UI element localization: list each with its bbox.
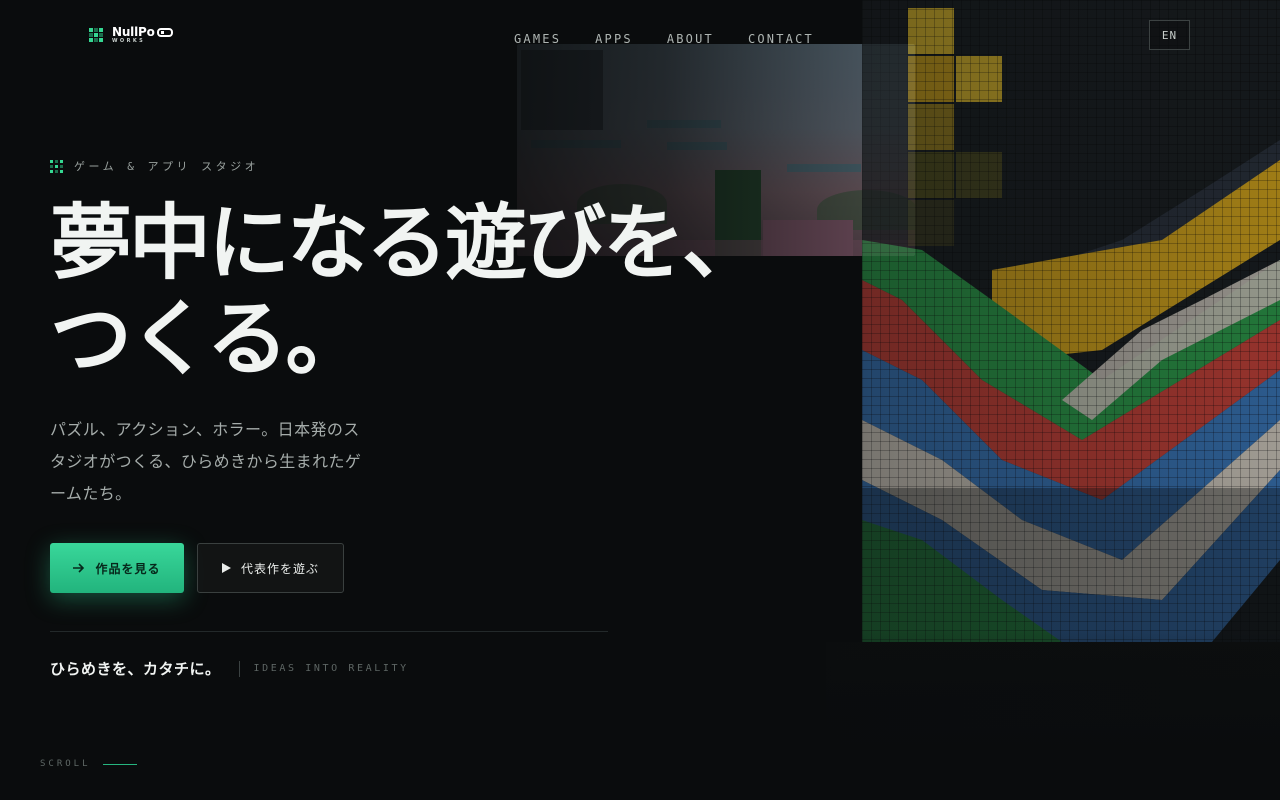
brand-wordmark: NullPo WORKS — [112, 26, 173, 44]
art-lower-shade — [826, 642, 1280, 800]
view-works-label: 作品を見る — [95, 561, 161, 576]
hero-section: NullPo WORKS GAMES APPS ABOUT CONTACT EN… — [0, 0, 1280, 800]
view-works-button[interactable]: 作品を見る — [50, 543, 184, 593]
hero-lead: パズル、アクション、ホラー。日本発のスタジオがつくる、ひらめきから生まれたゲーム… — [50, 420, 362, 503]
tagline-separator — [238, 660, 240, 677]
main-nav: GAMES APPS ABOUT CONTACT — [514, 32, 814, 46]
nav-games[interactable]: GAMES — [514, 32, 561, 46]
play-icon — [221, 563, 231, 573]
nav-about[interactable]: ABOUT — [667, 32, 714, 46]
headline-line-1: 夢中になる遊びを、 — [50, 196, 764, 291]
play-featured-button[interactable]: 代表作を遊ぶ — [197, 543, 344, 593]
brand-logo[interactable]: NullPo WORKS — [89, 26, 173, 44]
arrow-right-icon — [73, 563, 85, 573]
brand-name: NullPo — [112, 25, 155, 39]
eyebrow-text: ゲーム & アプリ スタジオ — [74, 160, 260, 173]
hero-divider — [50, 631, 608, 632]
tagline-en: IDEAS INTO REALITY — [253, 663, 409, 674]
brand-name-row: NullPo — [112, 26, 173, 38]
hero-tagline: ひらめきを、カタチに。 IDEAS INTO REALITY — [50, 658, 409, 679]
hero-headline: 夢中になる遊びを、 つくる。 — [50, 196, 850, 388]
hero-eyebrow: ゲーム & アプリ スタジオ — [50, 158, 259, 174]
nav-contact[interactable]: CONTACT — [748, 32, 814, 46]
gamepad-icon — [156, 27, 173, 37]
tagline-jp: ひらめきを、カタチに。 — [50, 660, 221, 678]
language-toggle[interactable]: EN — [1149, 20, 1190, 50]
art-shadow — [862, 488, 1280, 642]
scroll-line — [102, 763, 137, 765]
scroll-label: SCROLL — [40, 759, 91, 769]
logo-grid-icon — [89, 28, 103, 42]
brand-sub: WORKS — [112, 38, 146, 44]
headline-line-2: つくる。 — [50, 292, 367, 387]
play-featured-label: 代表作を遊ぶ — [240, 561, 319, 576]
nav-apps[interactable]: APPS — [595, 32, 633, 46]
eyebrow-grid-icon — [50, 159, 63, 173]
scroll-indicator[interactable]: SCROLL — [40, 759, 137, 769]
